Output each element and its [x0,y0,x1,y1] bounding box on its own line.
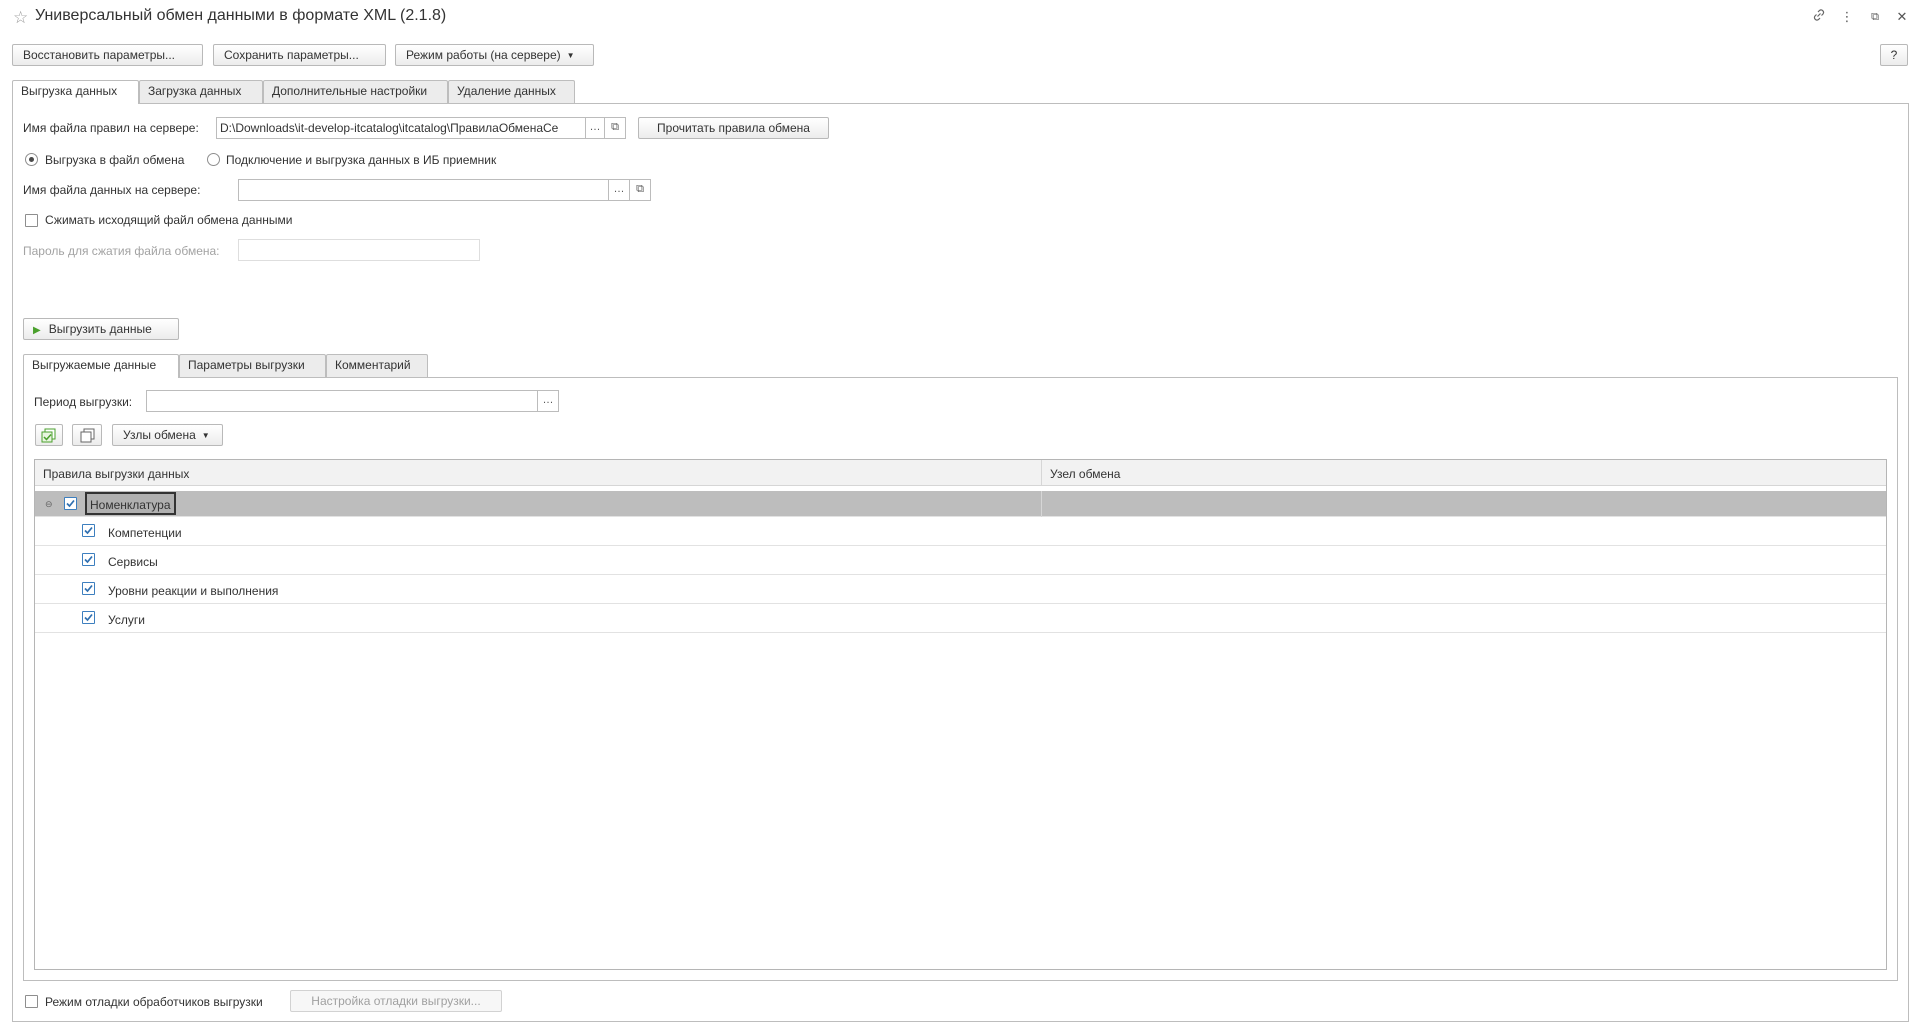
tab-delete-data[interactable]: Удаление данных [448,80,575,103]
debug-settings-button[interactable]: Настройка отладки выгрузки... [290,990,502,1012]
exchange-nodes-label: Узлы обмена [123,428,196,442]
row-name: Номенклатура [85,492,176,515]
uncheck-all-icon [80,428,95,443]
read-rules-button[interactable]: Прочитать правила обмена [638,117,829,139]
link-icon[interactable] [1810,8,1828,26]
uncheck-all-button[interactable] [72,424,102,446]
column-header-rules[interactable]: Правила выгрузки данных [35,460,1042,486]
data-file-open-icon[interactable]: ⧉ [629,179,651,201]
tab-import[interactable]: Загрузка данных [139,80,263,103]
chevron-down-icon: ▼ [566,51,575,60]
column-divider [1041,491,1042,517]
rules-file-open-icon[interactable]: ⧉ [604,117,626,139]
tab-additional-settings[interactable]: Дополнительные настройки [263,80,448,103]
radio-export-to-file-label: Выгрузка в файл обмена [45,153,185,167]
row-checkbox[interactable] [82,524,95,537]
help-button[interactable]: ? [1880,44,1908,66]
table-row[interactable]: Компетенции [35,517,1886,546]
rules-file-field[interactable]: D:\Downloads\it-develop-itcatalog\itcata… [216,117,586,139]
row-checkbox[interactable] [82,553,95,566]
row-checkbox[interactable] [82,582,95,595]
row-name: Уровни реакции и выполнения [108,584,279,598]
tab-comment[interactable]: Комментарий [326,354,428,377]
restore-params-button[interactable]: Восстановить параметры... [12,44,203,66]
row-checkbox[interactable] [64,497,77,510]
period-label: Период выгрузки: [34,395,133,409]
table-row[interactable]: Услуги [35,604,1886,633]
debug-mode-checkbox[interactable] [25,995,38,1008]
row-name: Сервисы [108,555,158,569]
check-all-button[interactable] [35,424,63,446]
run-export-label: Выгрузить данные [48,322,152,336]
data-file-field[interactable] [238,179,610,201]
period-select-button[interactable]: … [537,390,559,412]
data-file-label: Имя файла данных на сервере: [23,183,201,197]
row-name: Услуги [108,613,145,627]
tab-exported-data[interactable]: Выгружаемые данные [23,354,179,378]
exchange-nodes-button[interactable]: Узлы обмена ▼ [112,424,223,446]
chevron-down-icon: ▼ [201,431,210,440]
row-checkbox[interactable] [82,611,95,624]
play-icon: ▶ [33,325,41,336]
radio-export-to-file[interactable] [25,153,38,166]
table-row[interactable]: ⊖ Номенклатура [35,491,1886,517]
restore-window-icon[interactable]: ⧉ [1866,8,1884,26]
compress-label: Сжимать исходящий файл обмена данными [45,213,293,227]
favorite-star-icon[interactable]: ☆ [13,9,28,26]
check-all-icon [41,428,56,443]
column-header-rules-label: Правила выгрузки данных [43,467,190,481]
row-name: Компетенции [108,526,182,540]
work-mode-button[interactable]: Режим работы (на сервере) ▼ [395,44,594,66]
radio-export-to-ib[interactable] [207,153,220,166]
close-icon[interactable]: ✕ [1893,8,1911,26]
password-label: Пароль для сжатия файла обмена: [23,244,220,258]
data-file-select-button[interactable]: … [608,179,630,201]
run-export-button[interactable]: ▶ Выгрузить данные [23,318,179,340]
rules-file-select-button[interactable]: … [585,117,605,139]
save-params-button[interactable]: Сохранить параметры... [213,44,386,66]
table-row[interactable]: Уровни реакции и выполнения [35,575,1886,604]
period-field[interactable] [146,390,539,412]
column-header-node-label: Узел обмена [1050,467,1121,481]
radio-export-to-ib-label: Подключение и выгрузка данных в ИБ прием… [226,153,497,167]
password-field[interactable] [238,239,480,261]
debug-mode-label: Режим отладки обработчиков выгрузки [45,995,263,1009]
tab-export[interactable]: Выгрузка данных [12,80,139,104]
window-title: Универсальный обмен данными в формате XM… [35,7,447,24]
collapse-icon[interactable]: ⊖ [45,499,53,510]
column-header-node[interactable]: Узел обмена [1042,460,1886,486]
tab-export-params[interactable]: Параметры выгрузки [179,354,326,377]
rules-file-label: Имя файла правил на сервере: [23,121,199,135]
more-icon[interactable]: ⋮ [1838,8,1856,26]
work-mode-label: Режим работы (на сервере) [406,48,561,62]
compress-checkbox[interactable] [25,214,38,227]
table-row[interactable]: Сервисы [35,546,1886,575]
